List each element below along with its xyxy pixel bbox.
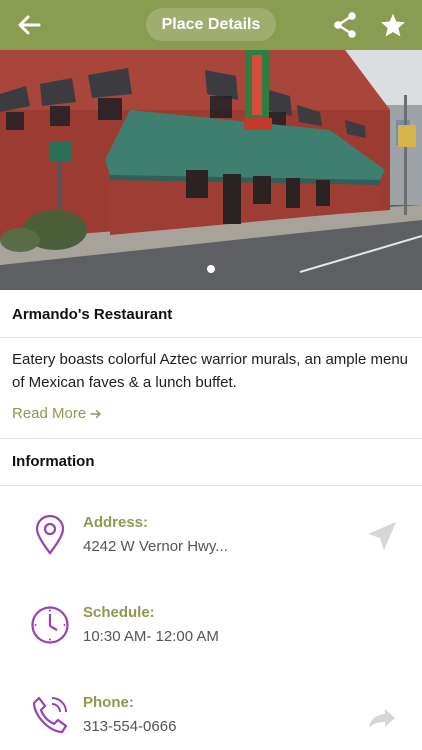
schedule-label: Schedule: [83,604,155,621]
phone-label: Phone: [83,694,134,711]
phone-row[interactable]: Phone: 313-554-0666 [0,694,422,750]
address-row[interactable]: Address: 4242 W Vernor Hwy... [0,514,422,584]
phone-value: 313-554-0666 [83,718,177,735]
address-label: Address: [83,514,149,531]
arrow-right-icon [90,409,102,418]
call-button[interactable] [364,700,400,736]
divider [0,485,422,486]
address-value: 4242 W Vernor Hwy... [83,538,228,555]
read-more-label: Read More [12,405,87,422]
restaurant-photo [0,50,422,290]
location-pin-icon [30,514,70,556]
place-description: Eatery boasts colorful Aztec warrior mur… [12,351,408,391]
back-button[interactable] [14,10,44,40]
schedule-value: 10:30 AM- 12:00 AM [83,628,219,645]
page-title: Place Details [146,8,276,41]
back-arrow-icon [18,15,41,35]
read-more-link[interactable]: Read More [12,405,102,422]
star-icon [381,13,405,37]
place-photo[interactable] [0,50,422,290]
top-bar: Place Details [0,0,422,50]
carousel-indicator[interactable] [207,265,215,273]
schedule-row: Schedule: 10:30 AM- 12:00 AM [0,604,422,674]
forward-arrow-icon [369,709,395,728]
phone-icon [30,694,70,736]
place-name: Armando's Restaurant [0,290,422,338]
favorite-button[interactable] [377,9,409,41]
share-button[interactable] [330,9,360,41]
navigation-arrow-icon [368,522,396,550]
information-heading: Information [12,453,95,470]
directions-button[interactable] [364,518,400,554]
divider [0,438,422,439]
clock-icon [30,604,70,646]
share-icon [334,12,356,38]
